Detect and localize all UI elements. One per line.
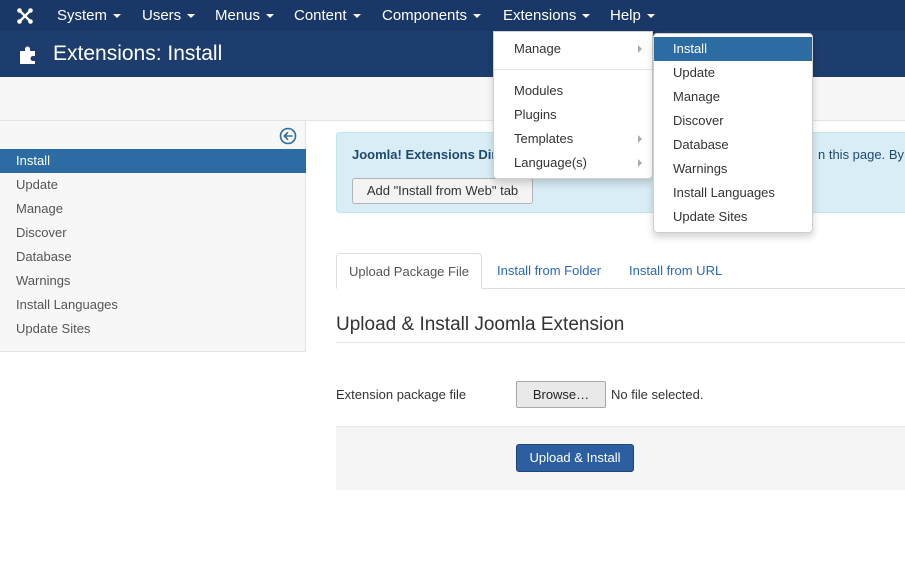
menu-item-label: Language(s) — [514, 155, 587, 170]
nav-menus[interactable]: Menus — [215, 0, 275, 31]
browse-button[interactable]: Browse… — [516, 381, 606, 408]
nav-label: Content — [294, 7, 347, 24]
divider — [336, 342, 905, 343]
tab-upload-package-file[interactable]: Upload Package File — [336, 253, 482, 289]
page-title: Extensions: Install — [53, 42, 223, 65]
sidebar-item-discover[interactable]: Discover — [0, 221, 306, 245]
submenu-item-discover[interactable]: Discover — [654, 109, 812, 133]
section-title: Upload & Install Joomla Extension — [336, 314, 625, 335]
sidebar-item-database[interactable]: Database — [0, 245, 306, 269]
submenu-item-install-languages[interactable]: Install Languages — [654, 181, 812, 205]
nav-label: Components — [382, 7, 468, 24]
nav-help[interactable]: Help — [610, 0, 655, 31]
caret-down-icon — [266, 14, 275, 19]
manage-submenu: Install Update Manage Discover Database … — [653, 33, 813, 233]
sidebar-item-update[interactable]: Update — [0, 173, 306, 197]
puzzle-icon — [20, 46, 35, 64]
menu-item-manage[interactable]: Manage — [494, 37, 652, 61]
add-install-from-web-button[interactable]: Add "Install from Web" tab — [352, 178, 533, 204]
nav-users[interactable]: Users — [142, 0, 196, 31]
menu-item-label: Manage — [514, 41, 561, 56]
sidebar: Install Update Manage Discover Database … — [0, 121, 306, 352]
sidebar-item-manage[interactable]: Manage — [0, 197, 306, 221]
nav-extensions[interactable]: Extensions — [503, 0, 591, 31]
tab-install-from-folder[interactable]: Install from Folder — [497, 253, 601, 289]
submenu-item-update[interactable]: Update — [654, 61, 812, 85]
arrow-left-circle-icon[interactable] — [279, 127, 297, 145]
menu-item-languages[interactable]: Language(s) — [494, 151, 652, 175]
submenu-item-database[interactable]: Database — [654, 133, 812, 157]
caret-down-icon — [187, 14, 196, 19]
sidebar-item-install[interactable]: Install — [0, 149, 306, 173]
nav-label: Extensions — [503, 7, 577, 24]
nav-system[interactable]: System — [57, 0, 122, 31]
menu-item-plugins[interactable]: Plugins — [494, 103, 652, 127]
nav-label: Help — [610, 7, 641, 24]
extension-package-label: Extension package file — [336, 387, 467, 402]
top-navbar: System Users Menus Content Components Ex… — [0, 0, 905, 31]
sidebar-item-update-sites[interactable]: Update Sites — [0, 317, 306, 341]
caret-down-icon — [352, 14, 361, 19]
caret-down-icon — [582, 14, 591, 19]
submenu-item-manage[interactable]: Manage — [654, 85, 812, 109]
submenu-item-update-sites[interactable]: Update Sites — [654, 205, 812, 229]
caret-down-icon — [646, 14, 655, 19]
extensions-dropdown: Manage Modules Plugins Templates Languag… — [493, 31, 653, 179]
install-tabs: Upload Package File Install from Folder … — [336, 253, 905, 289]
sidebar-item-warnings[interactable]: Warnings — [0, 269, 306, 293]
nav-content[interactable]: Content — [294, 0, 361, 31]
upload-install-button[interactable]: Upload & Install — [516, 444, 634, 472]
submenu-item-warnings[interactable]: Warnings — [654, 157, 812, 181]
chevron-right-icon — [638, 159, 642, 167]
chevron-right-icon — [638, 135, 642, 143]
nav-label: System — [57, 7, 108, 24]
tab-install-from-url[interactable]: Install from URL — [629, 253, 722, 289]
joomla-logo-icon[interactable] — [16, 7, 34, 25]
caret-down-icon — [473, 14, 482, 19]
nav-label: Menus — [215, 7, 261, 24]
menu-item-label: Templates — [514, 131, 574, 146]
nav-label: Users — [142, 7, 182, 24]
file-status: No file selected. — [611, 387, 704, 402]
alert-text: n this page. By s — [818, 147, 905, 162]
form-actions: Upload & Install — [336, 426, 905, 490]
caret-down-icon — [113, 14, 122, 19]
sidebar-item-install-languages[interactable]: Install Languages — [0, 293, 306, 317]
nav-components[interactable]: Components — [382, 0, 482, 31]
menu-item-templates[interactable]: Templates — [494, 127, 652, 151]
menu-divider — [494, 69, 652, 70]
submenu-item-install[interactable]: Install — [654, 37, 812, 61]
menu-item-modules[interactable]: Modules — [494, 79, 652, 103]
alert-title: Joomla! Extensions Dir — [352, 147, 497, 162]
chevron-right-icon — [638, 45, 642, 53]
